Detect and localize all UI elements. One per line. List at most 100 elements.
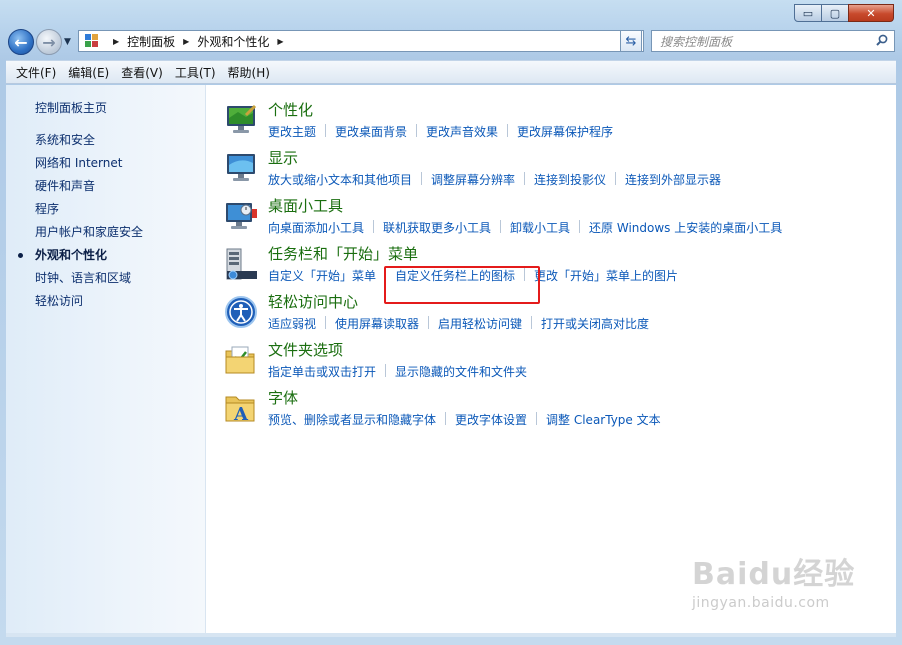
link-font-settings[interactable]: 更改字体设置 <box>455 411 527 428</box>
sidebar-item-hardware-sound[interactable]: 硬件和声音 <box>35 178 143 201</box>
category-title-fonts[interactable]: 字体 <box>268 387 298 408</box>
link-accessibility-keys[interactable]: 启用轻松访问键 <box>438 315 522 332</box>
link-screen-reader[interactable]: 使用屏幕读取器 <box>335 315 419 332</box>
control-panel-icon <box>85 34 99 48</box>
active-bullet-icon <box>18 253 23 258</box>
link-screen-resolution[interactable]: 调整屏幕分辨率 <box>431 171 515 188</box>
breadcrumb-appearance[interactable]: 外观和个性化 <box>197 33 269 50</box>
sidebar-item-programs[interactable]: 程序 <box>35 201 143 224</box>
link-separator <box>579 220 581 233</box>
sidebar-item-user-accounts[interactable]: 用户帐户和家庭安全 <box>35 224 143 247</box>
sidebar: 控制面板主页 系统和安全 网络和 Internet 硬件和声音 程序 用户帐户和… <box>6 85 206 633</box>
arrow-left-icon: ← <box>14 32 28 52</box>
category-title-taskbar[interactable]: 任务栏和「开始」菜单 <box>268 243 418 264</box>
link-separator <box>416 124 418 137</box>
link-cleartype[interactable]: 调整 ClearType 文本 <box>546 411 661 428</box>
maximize-button[interactable]: ▢ <box>821 4 849 22</box>
forward-button[interactable]: → <box>36 29 62 55</box>
link-change-screensaver[interactable]: 更改屏幕保护程序 <box>517 123 613 140</box>
search-icon[interactable] <box>876 34 888 46</box>
link-separator <box>536 412 538 425</box>
breadcrumb-chevron-icon[interactable]: ▶ <box>277 37 283 46</box>
menu-help[interactable]: 帮助(H) <box>222 64 276 81</box>
link-separator <box>325 124 327 137</box>
svg-text:A: A <box>233 404 249 425</box>
link-preview-fonts[interactable]: 预览、删除或者显示和隐藏字体 <box>268 411 436 428</box>
navigation-row: ← → ▼ ▶ 控制面板 ▶ 外观和个性化 ▶ ▼ ⇆ 搜索控制面板 <box>6 28 896 56</box>
category-links: 适应弱视 使用屏幕读取器 启用轻松访问键 打开或关闭高对比度 <box>268 315 649 332</box>
category-taskbar: 任务栏和「开始」菜单 自定义「开始」菜单 自定义任务栏上的图标 更改「开始」菜单… <box>222 243 882 291</box>
personalization-icon[interactable] <box>224 103 258 137</box>
gadgets-icon[interactable] <box>224 199 258 233</box>
link-text-size[interactable]: 放大或缩小文本和其他项目 <box>268 171 412 188</box>
category-links: 指定单击或双击打开 显示隐藏的文件和文件夹 <box>268 363 527 380</box>
category-fonts: A 字体 预览、删除或者显示和隐藏字体 更改字体设置 调整 ClearType … <box>222 387 882 435</box>
link-low-vision[interactable]: 适应弱视 <box>268 315 316 332</box>
sidebar-item-clock-language[interactable]: 时钟、语言和区域 <box>35 270 143 293</box>
arrow-right-icon: → <box>42 32 56 52</box>
category-personalization: 个性化 更改主题 更改桌面背景 更改声音效果 更改屏幕保护程序 <box>222 99 882 147</box>
refresh-button[interactable]: ⇆ <box>620 30 642 52</box>
link-customize-taskbar-icons[interactable]: 自定义任务栏上的图标 <box>395 267 515 284</box>
recent-pages-dropdown[interactable]: ▼ <box>64 37 71 47</box>
link-separator <box>373 220 375 233</box>
menu-edit[interactable]: 编辑(E) <box>62 64 115 81</box>
link-single-double-click[interactable]: 指定单击或双击打开 <box>268 363 376 380</box>
link-change-theme[interactable]: 更改主题 <box>268 123 316 140</box>
link-restore-gadgets[interactable]: 还原 Windows 上安装的桌面小工具 <box>589 219 782 236</box>
menu-bar: 文件(F) 编辑(E) 查看(V) 工具(T) 帮助(H) <box>6 60 896 84</box>
breadcrumb-chevron-icon[interactable]: ▶ <box>183 37 189 46</box>
link-customize-start-menu[interactable]: 自定义「开始」菜单 <box>268 267 376 284</box>
close-button[interactable]: ✕ <box>848 4 894 22</box>
link-uninstall-gadget[interactable]: 卸载小工具 <box>510 219 570 236</box>
link-external-display[interactable]: 连接到外部显示器 <box>625 171 721 188</box>
breadcrumb-control-panel[interactable]: 控制面板 <box>127 33 175 50</box>
category-title-personalization[interactable]: 个性化 <box>268 99 313 120</box>
window-bottom-border <box>6 633 896 637</box>
back-button[interactable]: ← <box>8 29 34 55</box>
link-change-background[interactable]: 更改桌面背景 <box>335 123 407 140</box>
link-add-gadgets[interactable]: 向桌面添加小工具 <box>268 219 364 236</box>
breadcrumb-chevron-icon[interactable]: ▶ <box>113 37 119 46</box>
caption-buttons: ▭ ▢ ✕ <box>794 4 894 22</box>
refresh-icon: ⇆ <box>625 33 637 49</box>
address-bar[interactable]: ▶ 控制面板 ▶ 外观和个性化 ▶ ▼ <box>78 30 644 52</box>
sidebar-item-appearance[interactable]: 外观和个性化 <box>18 247 143 270</box>
search-placeholder: 搜索控制面板 <box>660 34 733 49</box>
menu-file[interactable]: 文件(F) <box>10 64 62 81</box>
category-title-gadgets[interactable]: 桌面小工具 <box>268 195 343 216</box>
link-change-start-picture[interactable]: 更改「开始」菜单上的图片 <box>534 267 678 284</box>
link-separator <box>500 220 502 233</box>
link-separator <box>325 316 327 329</box>
category-gadgets: 桌面小工具 向桌面添加小工具 联机获取更多小工具 卸载小工具 还原 Window… <box>222 195 882 243</box>
menu-tools[interactable]: 工具(T) <box>169 64 222 81</box>
sidebar-home-link[interactable]: 控制面板主页 <box>35 99 107 116</box>
category-links: 预览、删除或者显示和隐藏字体 更改字体设置 调整 ClearType 文本 <box>268 411 661 428</box>
link-separator <box>615 172 617 185</box>
category-links: 放大或缩小文本和其他项目 调整屏幕分辨率 连接到投影仪 连接到外部显示器 <box>268 171 721 188</box>
menu-view[interactable]: 查看(V) <box>115 64 169 81</box>
category-title-display[interactable]: 显示 <box>268 147 298 168</box>
category-title-ease-of-access[interactable]: 轻松访问中心 <box>268 291 358 312</box>
category-title-folder-options[interactable]: 文件夹选项 <box>268 339 343 360</box>
minimize-button[interactable]: ▭ <box>794 4 822 22</box>
folder-options-icon[interactable] <box>224 343 258 377</box>
taskbar-icon[interactable] <box>224 247 258 281</box>
link-high-contrast[interactable]: 打开或关闭高对比度 <box>541 315 649 332</box>
category-links: 向桌面添加小工具 联机获取更多小工具 卸载小工具 还原 Windows 上安装的… <box>268 219 782 236</box>
display-icon[interactable] <box>224 151 258 185</box>
link-show-hidden-files[interactable]: 显示隐藏的文件和文件夹 <box>395 363 527 380</box>
sidebar-item-ease-of-access[interactable]: 轻松访问 <box>35 293 143 316</box>
link-separator <box>445 412 447 425</box>
category-ease-of-access: 轻松访问中心 适应弱视 使用屏幕读取器 启用轻松访问键 打开或关闭高对比度 <box>222 291 882 339</box>
link-connect-projector[interactable]: 连接到投影仪 <box>534 171 606 188</box>
sidebar-item-system-security[interactable]: 系统和安全 <box>35 132 143 155</box>
sidebar-list: 系统和安全 网络和 Internet 硬件和声音 程序 用户帐户和家庭安全 外观… <box>18 132 143 316</box>
search-input[interactable]: 搜索控制面板 <box>651 30 895 52</box>
link-separator <box>385 268 387 281</box>
link-change-sounds[interactable]: 更改声音效果 <box>426 123 498 140</box>
fonts-icon[interactable]: A <box>224 391 258 425</box>
link-get-more-gadgets[interactable]: 联机获取更多小工具 <box>383 219 491 236</box>
ease-of-access-icon[interactable] <box>224 295 258 329</box>
sidebar-item-network[interactable]: 网络和 Internet <box>35 155 143 178</box>
